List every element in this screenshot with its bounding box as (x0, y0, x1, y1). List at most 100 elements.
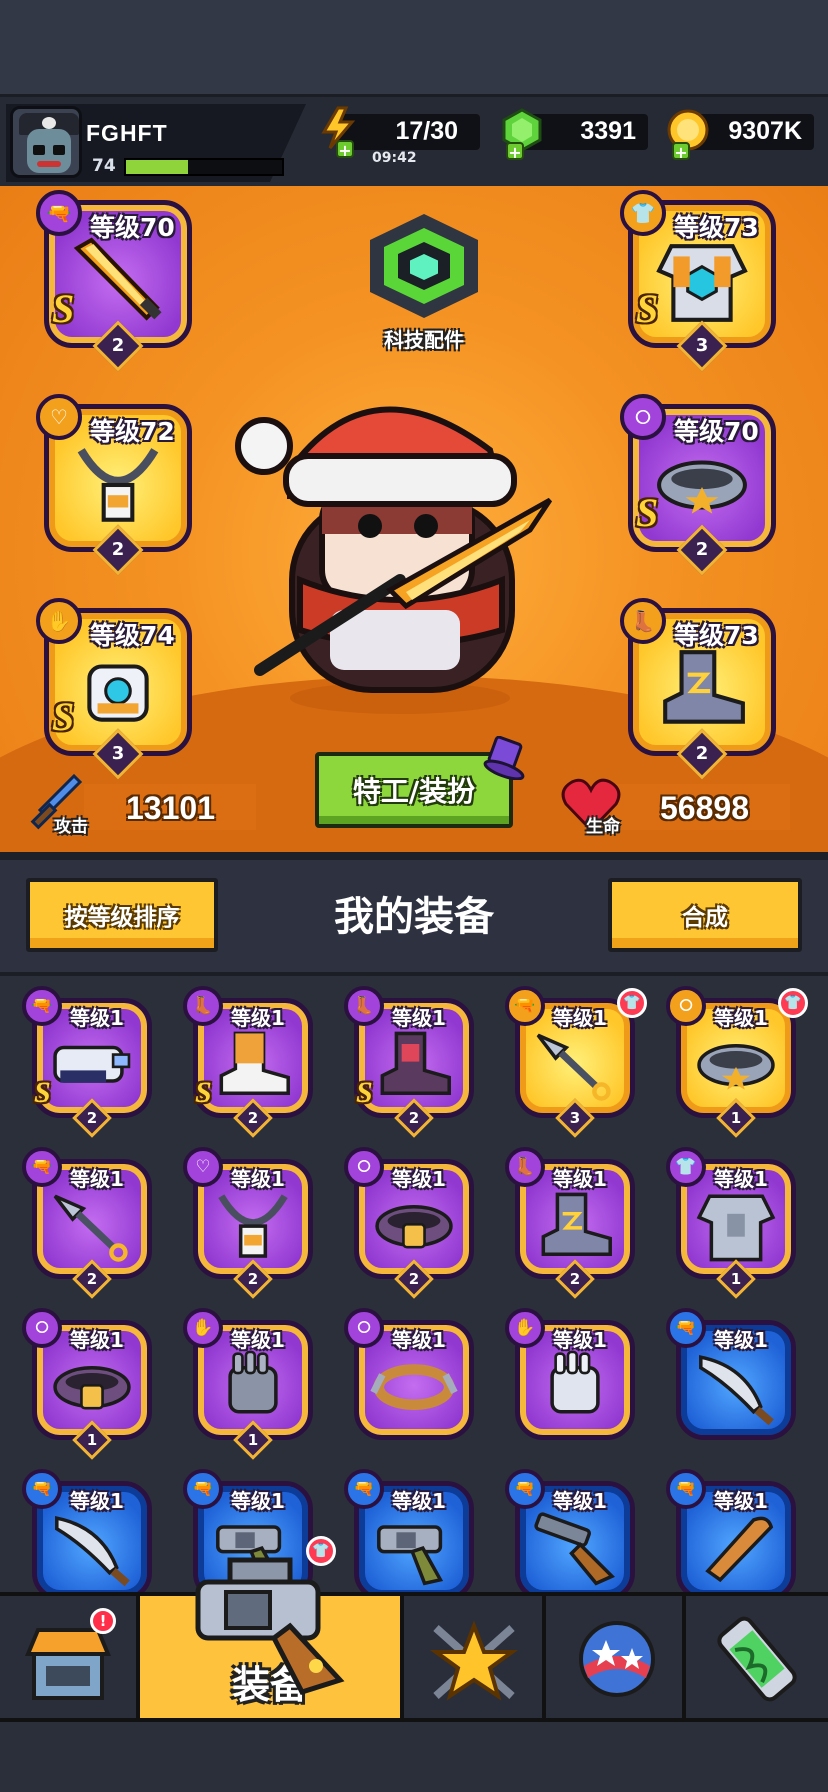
add-coins-button[interactable]: + (672, 142, 690, 162)
gene-tab[interactable] (686, 1596, 828, 1718)
inventory-item[interactable]: 👢 等级1 S 2 (183, 986, 319, 1138)
equipped-necklace-slot[interactable]: ♡ 等级72 2 (36, 394, 198, 576)
revolver-icon (370, 1509, 458, 1589)
necklace-icon (209, 1187, 297, 1267)
inventory-item[interactable]: 👕 等级1 1 (666, 1147, 802, 1299)
stars-ball-icon (579, 1621, 655, 1697)
inventory-item[interactable]: ⭘ 等级1 1 (22, 1308, 158, 1460)
inventory-title: 我的装备 (334, 894, 494, 940)
inventory-item[interactable]: ✋ 等级1 (505, 1308, 641, 1446)
tech-parts-label: 科技配件 (384, 328, 464, 352)
sort-by-level-button[interactable]: 按等级排序 (26, 878, 218, 952)
item-level: 等级1 (70, 1489, 124, 1513)
weapon-type-icon: 🔫 (183, 1469, 223, 1509)
item-level: 等级1 (714, 1328, 768, 1352)
merge-button[interactable]: 合成 (608, 878, 802, 952)
inventory-item[interactable]: 🔫 等级1 (344, 1469, 480, 1607)
equipped-glove-slot[interactable]: ✋ 等级74 S 3 (36, 598, 198, 780)
s-rank-badge: S (52, 286, 75, 331)
boot-purple-icon (531, 1187, 619, 1267)
star-count: 2 (695, 743, 709, 764)
inventory-item[interactable]: 🔫 等级1 2 (22, 1147, 158, 1299)
s-rank-badge: S (195, 1076, 212, 1109)
add-gems-button[interactable]: + (506, 142, 524, 162)
item-level: 等级1 (392, 1489, 446, 1513)
inventory-item[interactable]: ⭘ 等级1 2 (344, 1147, 480, 1299)
inventory-item[interactable]: 🔫 等级1 S 2 (22, 986, 158, 1138)
inventory-item[interactable]: ⭘ 等级1 1 👕 (666, 986, 808, 1138)
item-level: 等级73 (674, 213, 759, 242)
equipped-armor-slot[interactable]: 👕 等级73 S 3 (620, 190, 782, 372)
belt-type-icon: ⭘ (620, 394, 666, 440)
dna-capsule-icon (717, 1616, 797, 1702)
star-count: 2 (86, 1270, 98, 1288)
inventory-item[interactable]: 👢 等级1 2 (505, 1147, 641, 1299)
star-count: 1 (86, 1431, 98, 1449)
machete-icon (48, 1509, 136, 1589)
xp-bar (124, 158, 284, 176)
belt-type-icon: ⭘ (22, 1308, 62, 1348)
shop-alert-badge: ! (90, 1608, 116, 1634)
hero-character[interactable] (230, 380, 570, 720)
health-label: 生命 (586, 817, 620, 837)
xp-fill (126, 160, 189, 174)
glove-type-icon: ✋ (36, 598, 82, 644)
avatar[interactable] (10, 106, 82, 178)
player-name: FGHFT (86, 120, 168, 146)
star-count: 2 (247, 1109, 259, 1127)
attack-value: 13101 (126, 790, 215, 826)
inventory-item[interactable]: ✋ 等级1 1 (183, 1308, 319, 1460)
item-level: 等级1 (714, 1489, 768, 1513)
equipped-weapon-slot[interactable]: 🔫 等级70 S 2 (36, 190, 198, 372)
new-item-badge: 👕 (778, 988, 808, 1018)
star-count: 2 (111, 335, 125, 356)
tech-parts-button[interactable]: 科技配件 (364, 214, 484, 354)
star-count: 2 (111, 539, 125, 560)
badge-tab[interactable] (546, 1596, 686, 1718)
belt-type-icon: ⭘ (344, 1308, 384, 1348)
star-count: 1 (730, 1270, 742, 1288)
glove-type-icon: ✋ (505, 1308, 545, 1348)
eye-icon (53, 145, 65, 155)
belt-slot-icon (650, 440, 754, 532)
belt-dark-icon (48, 1348, 136, 1428)
item-level: 等级73 (674, 621, 759, 650)
item-level: 等级1 (231, 1489, 285, 1513)
star-count: 3 (695, 335, 709, 356)
add-energy-button[interactable]: + (336, 140, 354, 160)
weapon-type-icon: 🔫 (666, 1308, 706, 1348)
glove-slot-icon (66, 644, 170, 736)
inventory-item[interactable]: 🔫 等级1 (666, 1469, 802, 1607)
player-level: 74 (92, 156, 116, 176)
kunai-icon (531, 1026, 619, 1106)
equipped-belt-slot[interactable]: ⭘ 等级70 S 2 (620, 394, 782, 576)
shop-icon (25, 1628, 111, 1700)
armor-icon (692, 1187, 780, 1267)
inventory-item[interactable]: ♡ 等级1 2 (183, 1147, 319, 1299)
glove-type-icon: ✋ (183, 1308, 223, 1348)
belt-rope-icon (370, 1348, 458, 1428)
item-level: 等级1 (70, 1006, 124, 1030)
necklace-slot-icon (66, 440, 170, 532)
talent-tab[interactable] (404, 1596, 546, 1718)
weapon-type-icon: 🔫 (22, 1147, 62, 1187)
item-level: 等级1 (553, 1328, 607, 1352)
armor-type-icon: 👕 (666, 1147, 706, 1187)
boot-dark-icon (370, 1026, 458, 1106)
weapon-type-icon: 🔫 (666, 1469, 706, 1509)
inventory-item[interactable]: 🔫 等级1 (505, 1469, 641, 1607)
gun-icon (48, 1026, 136, 1106)
s-rank-badge: S (356, 1076, 373, 1109)
shop-tab[interactable]: ! (0, 1596, 140, 1718)
weapon-slot-icon (66, 236, 170, 328)
item-level: 等级74 (90, 621, 175, 650)
equipped-boots-slot[interactable]: 👢 等级73 2 (620, 598, 782, 780)
inventory-item[interactable]: 👢 等级1 S 2 (344, 986, 480, 1138)
gem-value: 3391 (580, 117, 636, 145)
inventory-item[interactable]: 🔫 等级1 (666, 1308, 802, 1446)
boots-type-icon: 👢 (344, 986, 384, 1026)
bat-icon (692, 1509, 780, 1589)
inventory-item[interactable]: 🔫 等级1 3 👕 (505, 986, 647, 1138)
inventory-item[interactable]: ⭘ 等级1 (344, 1308, 480, 1446)
inventory-item[interactable]: 🔫 等级1 (22, 1469, 158, 1607)
